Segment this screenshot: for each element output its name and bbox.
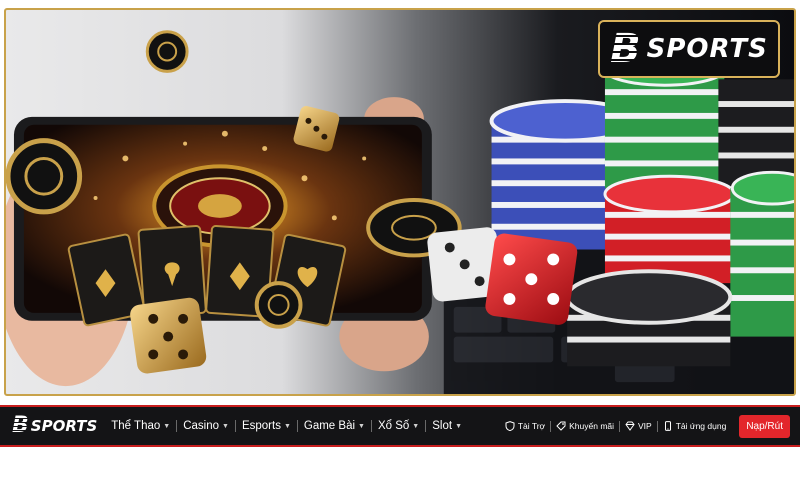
shield-icon xyxy=(505,421,515,431)
vip-label: VIP xyxy=(638,421,652,431)
caret-down-icon: ▼ xyxy=(163,422,171,430)
brand-logo-badge[interactable]: B SPORTS xyxy=(598,20,780,78)
brand-logo-mark: B xyxy=(610,26,640,72)
phone-icon xyxy=(664,421,671,431)
menu-label: Thể Thao xyxy=(111,420,161,432)
menu-esports[interactable]: Esports ▼ xyxy=(236,420,297,432)
main-navbar: B SPORTS Thể Thao ▼ Casino ▼ Esports ▼ G… xyxy=(0,405,800,447)
menu-slot[interactable]: Slot ▼ xyxy=(426,420,468,432)
tag-icon xyxy=(556,421,566,431)
menu-label: Slot xyxy=(432,420,453,432)
brand-logo-word: SPORTS xyxy=(646,34,768,64)
caret-down-icon: ▼ xyxy=(455,422,462,430)
menu-the-thao[interactable]: Thể Thao ▼ xyxy=(105,420,176,432)
menu-label: Game Bài xyxy=(303,420,356,432)
menu-label: Casino xyxy=(183,420,220,432)
nav-logo[interactable]: B SPORTS xyxy=(12,415,97,437)
caret-down-icon: ▼ xyxy=(412,422,420,430)
menu-game-bai[interactable]: Game Bài ▼ xyxy=(298,420,371,432)
diamond-icon xyxy=(625,421,635,431)
nav-logo-mark: B xyxy=(12,413,29,438)
menu-label: Xổ Số xyxy=(377,420,410,432)
hero-banner[interactable]: B SPORTS xyxy=(4,8,796,396)
app-download-link[interactable]: Tải ứng dụng xyxy=(658,421,732,431)
promo-link[interactable]: Khuyến mãi xyxy=(551,421,619,431)
caret-down-icon: ▼ xyxy=(283,422,291,430)
nav-logo-word: SPORTS xyxy=(30,417,98,435)
main-menu: Thể Thao ▼ Casino ▼ Esports ▼ Game Bài ▼… xyxy=(105,420,468,432)
caret-down-icon: ▼ xyxy=(358,422,365,430)
vip-link[interactable]: VIP xyxy=(620,421,657,431)
sponsor-label: Tài Trợ xyxy=(517,421,546,431)
sponsor-link[interactable]: Tài Trợ xyxy=(500,421,550,431)
menu-casino[interactable]: Casino ▼ xyxy=(177,420,235,432)
menu-xo-so[interactable]: Xổ Số ▼ xyxy=(372,420,425,432)
caret-down-icon: ▼ xyxy=(222,422,229,430)
utility-links: Tài Trợ Khuyến mãi VIP Tải ứng dụng Nạp/… xyxy=(500,414,790,438)
app-download-label: Tải ứng dụng xyxy=(675,421,727,431)
deposit-withdraw-button[interactable]: Nạp/Rút xyxy=(739,414,790,438)
promo-label: Khuyến mãi xyxy=(569,421,615,431)
menu-label: Esports xyxy=(241,420,281,432)
